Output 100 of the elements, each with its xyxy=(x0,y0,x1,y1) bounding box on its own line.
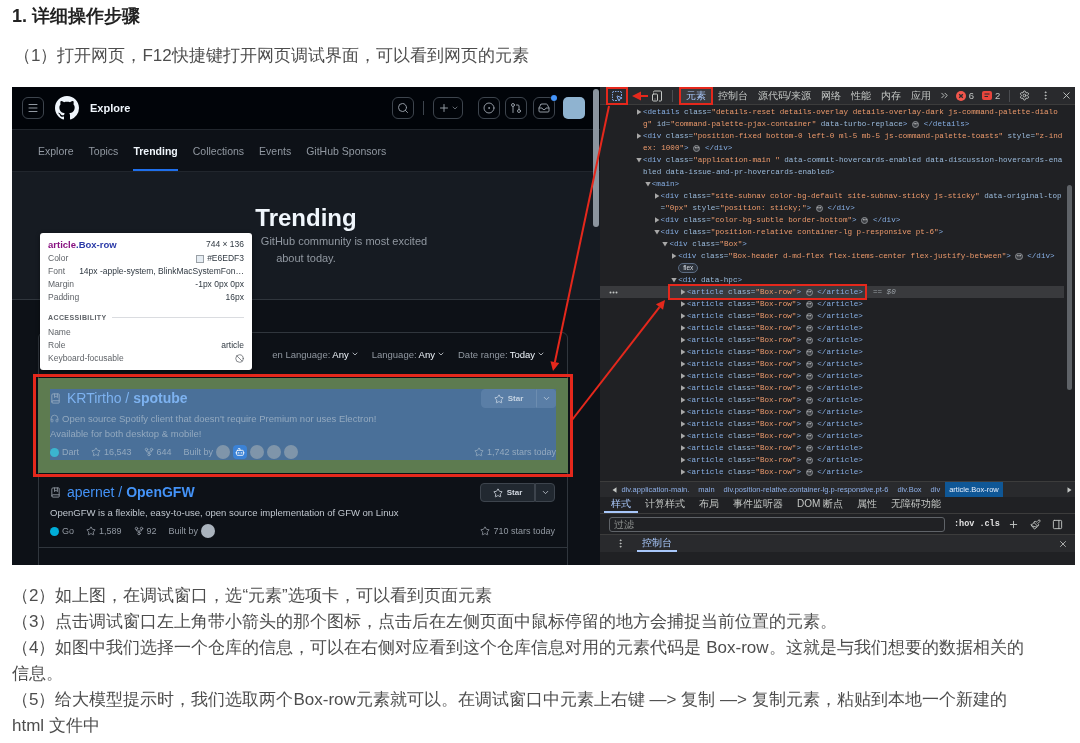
styles-pane-tab[interactable]: 事件监听器 xyxy=(726,497,790,513)
user-avatar[interactable] xyxy=(563,97,585,119)
page-subtitle: GitHub community is most excited xyxy=(260,234,428,249)
triangle-right-icon[interactable] xyxy=(680,385,686,391)
triangle-right-icon[interactable] xyxy=(680,469,686,475)
triangle-right-icon[interactable] xyxy=(680,373,686,379)
fork-icon xyxy=(143,447,154,457)
devtools-tab[interactable]: 应用 xyxy=(905,88,936,103)
error-counter-button[interactable]: 6 xyxy=(952,88,978,103)
triangle-right-icon[interactable] xyxy=(680,349,686,355)
header-title[interactable]: Explore xyxy=(90,102,131,114)
stars-today: 1,742 stars today xyxy=(486,447,556,457)
pull-requests-button[interactable] xyxy=(505,97,527,119)
triangle-down-icon[interactable] xyxy=(662,241,669,247)
stars-today: 710 stars today xyxy=(493,526,555,536)
pane-toggle-button[interactable]: .cls xyxy=(979,519,1000,529)
scrollbar-thumb[interactable] xyxy=(1067,185,1072,390)
language-name: Go xyxy=(62,526,74,536)
repo-icon xyxy=(50,487,61,498)
page-title: Trending xyxy=(255,203,357,233)
triangle-right-icon[interactable] xyxy=(680,457,686,463)
property-name: Font xyxy=(48,265,65,278)
triangle-right-icon[interactable] xyxy=(680,361,686,367)
scroll-left-icon[interactable] xyxy=(612,486,617,493)
triangle-down-icon[interactable] xyxy=(644,181,651,187)
styles-pane-tab[interactable]: 布局 xyxy=(692,497,726,513)
caret-icon xyxy=(450,104,459,112)
step-text: （3）点击调试窗口左上角带小箭头的那个图标，点击后在左侧页面中鼠标停留的地方会捕捉当前位置的元素。 xyxy=(12,611,839,633)
fork-count[interactable]: 92 xyxy=(146,526,157,536)
close-icon xyxy=(1061,90,1073,101)
star-icon xyxy=(473,447,484,457)
devtools-tab[interactable]: 网络 xyxy=(815,88,846,103)
drawer-tab[interactable]: 控制台 xyxy=(637,535,677,552)
triangle-right-icon[interactable] xyxy=(680,337,686,343)
triangle-down-icon[interactable] xyxy=(636,157,642,163)
triangle-down-icon[interactable] xyxy=(671,277,678,283)
menu-button[interactable] xyxy=(22,97,44,119)
styles-pane-tab[interactable]: 无障碍功能 xyxy=(884,497,949,513)
devtools-tab[interactable]: 内存 xyxy=(875,88,906,103)
pane-toggle-button[interactable]: :hov xyxy=(954,519,975,529)
cat-logo-icon[interactable] xyxy=(55,96,79,120)
scrollbar-thumb[interactable] xyxy=(593,89,599,227)
filter-dropdown[interactable]: Date range: Today xyxy=(458,348,545,360)
devtools-tab[interactable]: 源代码/来源 xyxy=(753,88,816,103)
issues-button[interactable] xyxy=(478,97,500,119)
subnav-tab[interactable]: Explore xyxy=(38,130,74,171)
triangle-right-icon[interactable] xyxy=(680,421,686,427)
triangle-right-icon[interactable] xyxy=(680,409,686,415)
styles-pane-tab[interactable]: DOM 断点 xyxy=(790,497,851,513)
filter-field[interactable]: 过滤 xyxy=(609,516,945,532)
star-list-button[interactable] xyxy=(535,483,555,502)
subnav-tab[interactable]: Events xyxy=(259,130,292,171)
devtools-tab[interactable]: 控制台 xyxy=(713,88,753,103)
triangle-right-icon[interactable] xyxy=(636,133,642,139)
styles-pane-tab[interactable]: 属性 xyxy=(850,497,885,513)
element-size: 744 × 136 xyxy=(205,238,244,251)
contributor-avatar[interactable] xyxy=(201,524,216,538)
star-icon xyxy=(86,526,96,536)
more-dots-icon[interactable] xyxy=(609,290,618,294)
styles-pane-tab[interactable]: 计算样式 xyxy=(638,497,692,513)
triangle-right-icon[interactable] xyxy=(671,253,678,259)
triangle-right-icon[interactable] xyxy=(636,109,642,115)
caret-icon xyxy=(541,394,551,403)
triangle-right-icon[interactable] xyxy=(680,313,686,319)
styles-pane-tab[interactable]: 样式 xyxy=(604,497,638,513)
inbox-button[interactable] xyxy=(533,97,555,119)
built-by-label: Built by xyxy=(183,447,214,457)
filter-dropdown[interactable]: en Language: Any xyxy=(272,348,359,360)
triangle-right-icon[interactable] xyxy=(653,193,660,199)
section-heading: 1. 详细操作步骤 xyxy=(12,5,141,28)
subnav-tab[interactable]: GitHub Sponsors xyxy=(306,130,387,171)
triangle-right-icon[interactable] xyxy=(680,289,686,295)
panel-icon xyxy=(1051,518,1063,530)
repo-title[interactable]: apernet / OpenGFW xyxy=(67,483,195,502)
triangle-right-icon[interactable] xyxy=(680,433,686,439)
triangle-right-icon[interactable] xyxy=(653,217,660,223)
star-icon xyxy=(91,447,101,457)
search-button[interactable] xyxy=(392,97,414,119)
star-button[interactable]: Star xyxy=(480,483,535,502)
fork-icon xyxy=(133,526,144,536)
property-value: 14px -apple-system, BlinkMacSystemFon… xyxy=(79,265,244,278)
bot-avatar-icon[interactable] xyxy=(233,445,248,459)
triangle-right-icon[interactable] xyxy=(680,301,686,307)
caret-icon xyxy=(437,350,445,358)
triangle-down-icon[interactable] xyxy=(653,229,660,235)
filter-dropdown[interactable]: Language: Any xyxy=(371,348,445,360)
devtools-tab[interactable]: 元素 xyxy=(681,88,711,103)
subnav-tab[interactable]: Topics xyxy=(88,130,119,171)
scroll-right-icon[interactable] xyxy=(1067,486,1072,493)
issue-counter-button[interactable]: 2 xyxy=(979,88,1004,103)
step-text: （1）打开网页，F12快捷键打开网页调试界面，可以看到网页的元素 xyxy=(13,45,530,67)
triangle-right-icon[interactable] xyxy=(680,445,686,451)
triangle-right-icon[interactable] xyxy=(680,397,686,403)
language-name: Dart xyxy=(62,447,79,457)
star-list-button[interactable] xyxy=(536,389,556,408)
star-count[interactable]: 1,589 xyxy=(99,526,122,536)
property-value: -1px 0px 0px xyxy=(195,278,244,291)
devtools-tab[interactable]: 性能 xyxy=(845,88,876,103)
triangle-right-icon[interactable] xyxy=(680,325,686,331)
subnav-tab[interactable]: Collections xyxy=(192,130,245,171)
